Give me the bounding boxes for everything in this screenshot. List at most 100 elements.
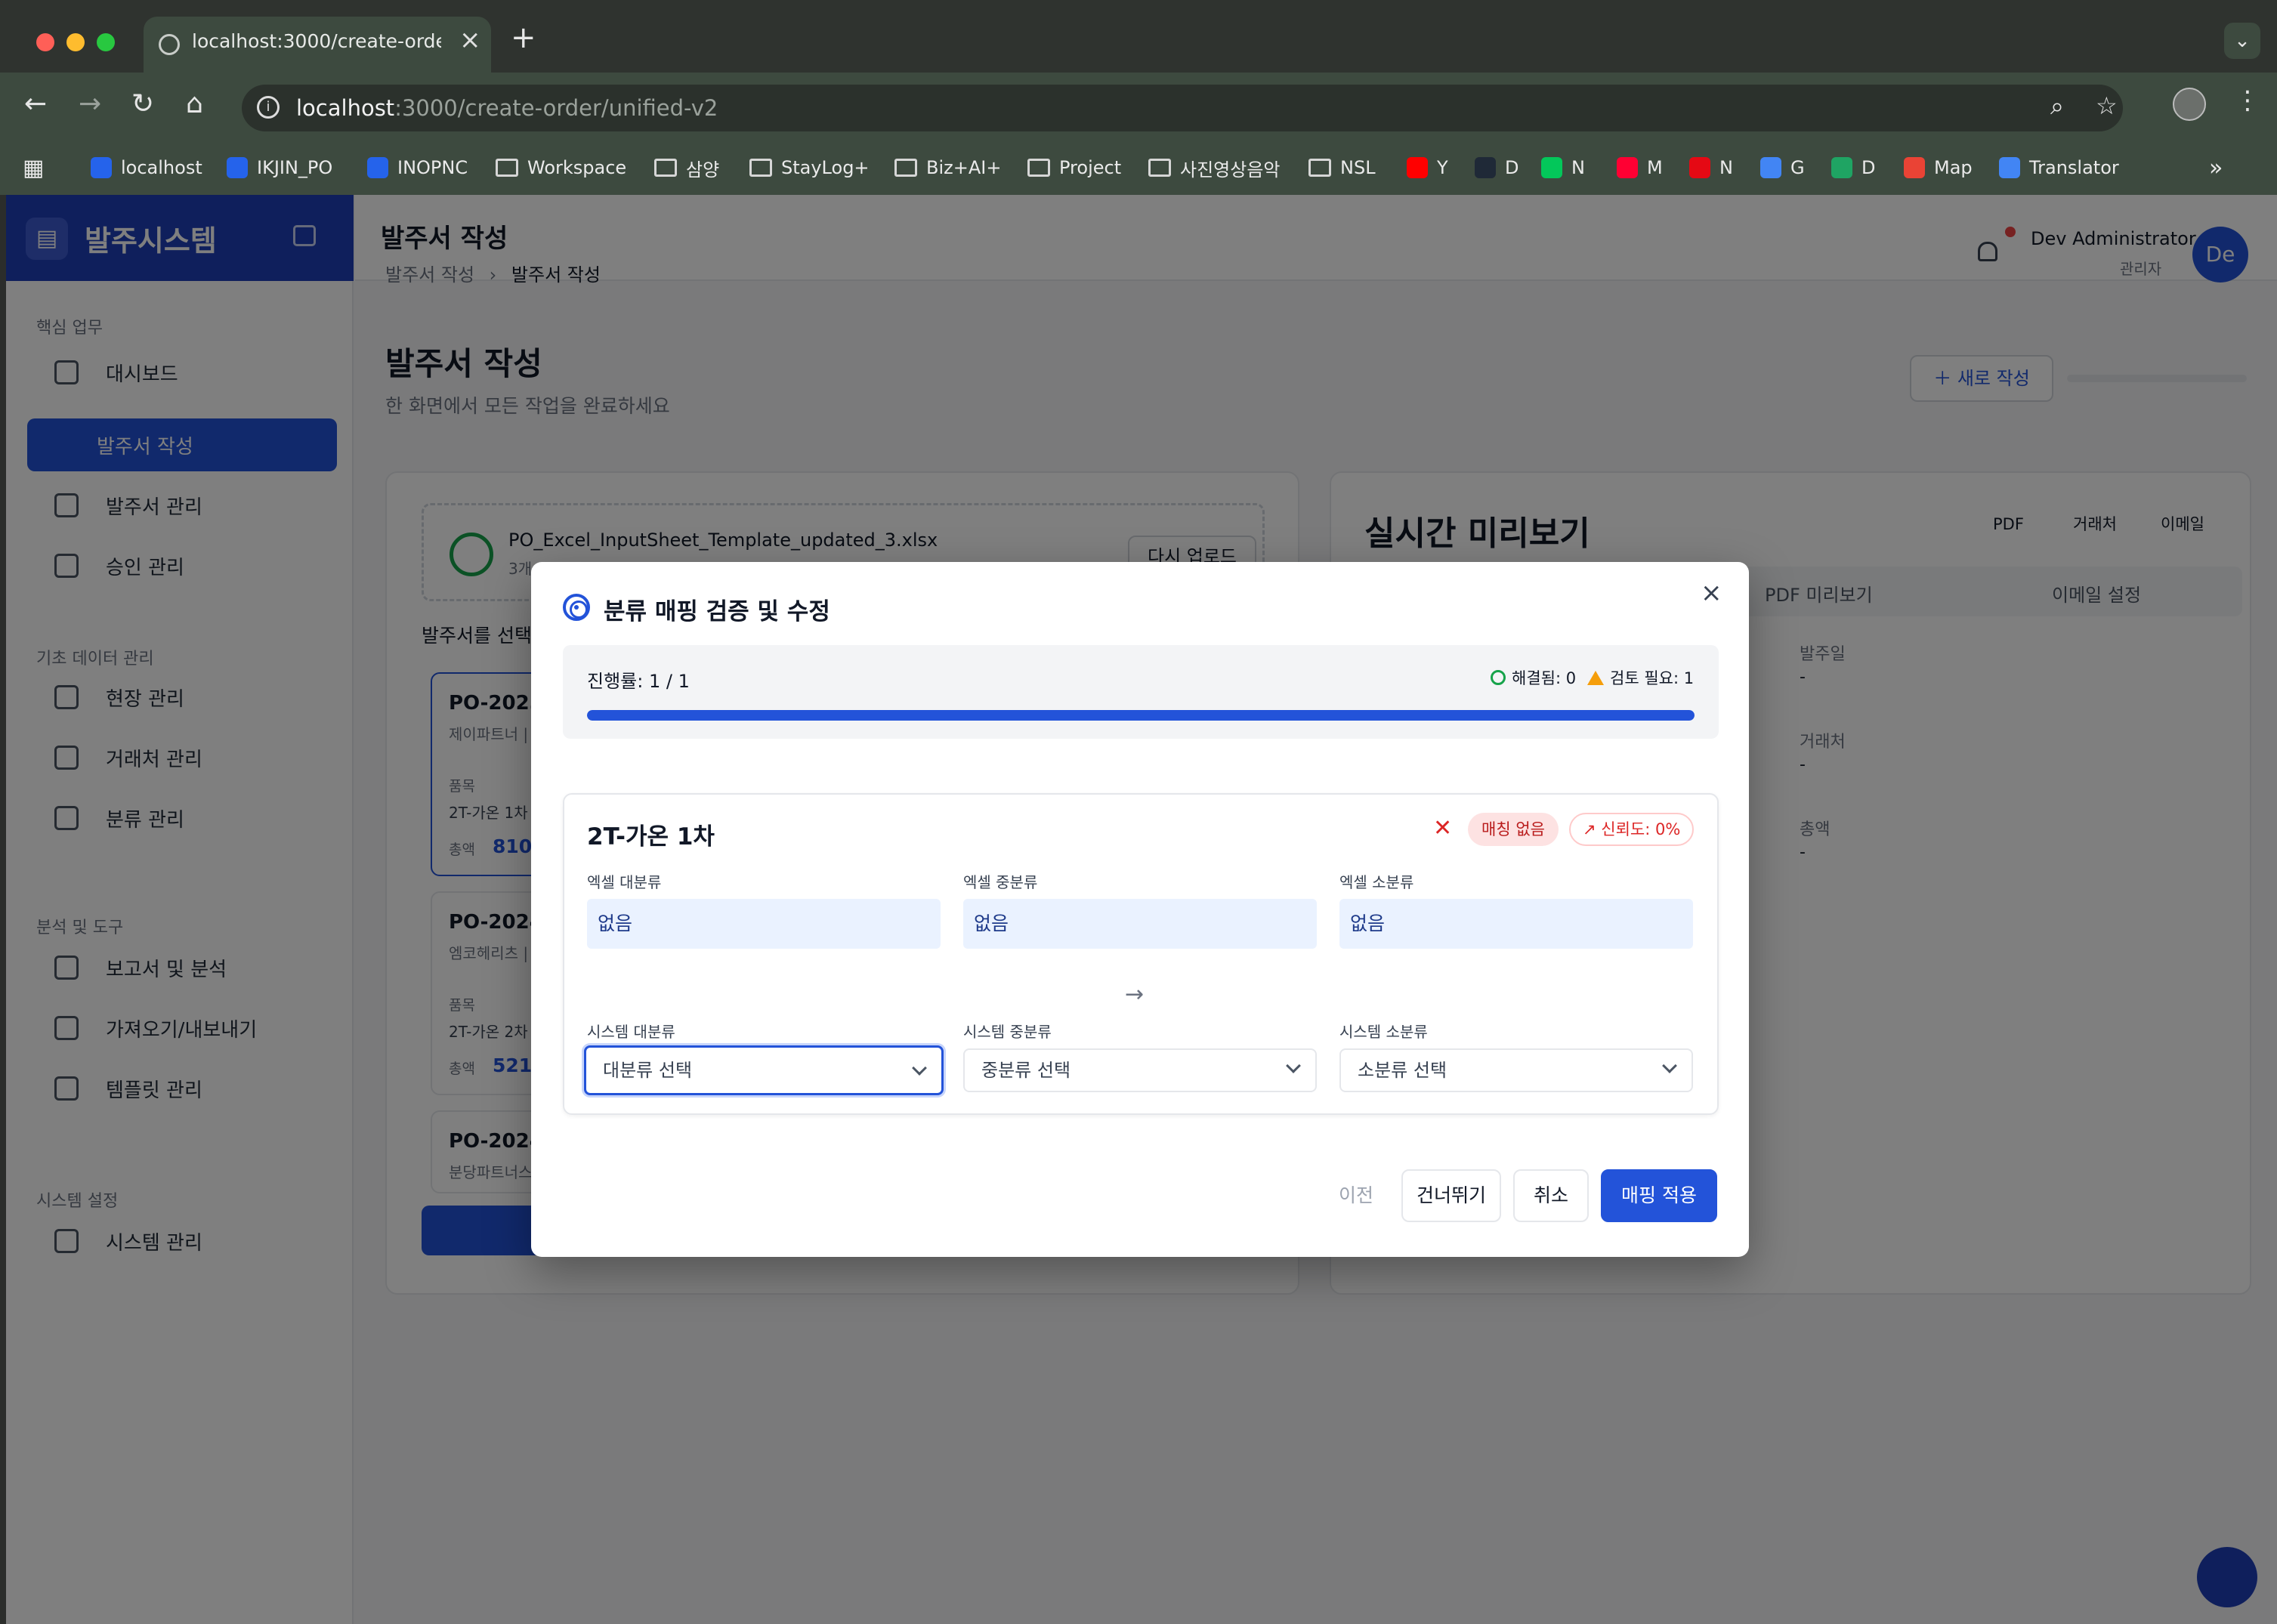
bookmark-label: Workspace — [527, 157, 627, 178]
home-button[interactable]: ⌂ — [186, 91, 203, 118]
browser-tab-active[interactable]: localhost:3000/create-order/u × — [144, 17, 491, 73]
bookmark-label: Biz+AI+ — [926, 157, 1002, 178]
bookmark-item[interactable]: N — [1689, 153, 1733, 183]
bookmark-item[interactable]: D — [1831, 153, 1875, 183]
more-bookmarks-icon[interactable]: » — [2209, 153, 2223, 183]
bookmark-label: Map — [1934, 157, 1973, 178]
browser-menu-icon[interactable]: ⋮ — [2235, 88, 2260, 113]
new-tab-button[interactable]: + — [511, 23, 536, 53]
apply-mapping-button[interactable]: 매핑 적용 — [1601, 1169, 1717, 1222]
browser-tabstrip: localhost:3000/create-order/u × + ⌄ — [0, 0, 2277, 73]
zoom-window-button[interactable] — [97, 33, 115, 51]
bookmark-label: D — [1505, 157, 1519, 178]
bookmark-item[interactable]: N — [1541, 153, 1585, 183]
bookmark-item[interactable]: StayLog+ — [749, 153, 870, 183]
bookmark-item[interactable]: Map — [1904, 153, 1973, 183]
globe-icon — [367, 157, 388, 178]
close-icon[interactable]: × — [1701, 580, 1722, 606]
bookmark-label: N — [1571, 157, 1585, 178]
bookmark-item[interactable]: M — [1617, 153, 1663, 183]
excel-mid-label: 엑셀 중분류 — [963, 873, 1038, 891]
system-mid-select[interactable]: 중분류 선택 — [963, 1048, 1317, 1092]
system-major-select[interactable]: 대분류 선택 — [584, 1045, 944, 1095]
bookmark-label: StayLog+ — [781, 157, 870, 178]
bookmark-label: 사진영상음악 — [1180, 159, 1281, 181]
apps-grid-icon[interactable]: ▦ — [23, 153, 44, 183]
forward-button[interactable]: → — [79, 91, 101, 118]
minimize-window-button[interactable] — [66, 33, 85, 51]
skip-button[interactable]: 건너뛰기 — [1401, 1169, 1501, 1222]
review-text: 검토 필요: 1 — [1610, 669, 1695, 687]
bookmark-item[interactable]: INOPNC — [367, 153, 468, 183]
system-minor-select[interactable]: 소분류 선택 — [1339, 1048, 1693, 1092]
trend-icon: ↗ — [1583, 820, 1596, 838]
excel-mid-value: 없음 — [963, 899, 1317, 949]
reload-button[interactable]: ↻ — [131, 91, 154, 118]
system-minor-label: 시스템 소분류 — [1339, 1023, 1428, 1041]
bookmark-label: NSL — [1340, 157, 1376, 178]
chevron-down-icon — [1286, 1058, 1301, 1073]
browser-toolbar: ← → ↻ ⌂ i localhost:3000/create-order/un… — [0, 73, 2277, 142]
bookmarks-bar: ▦ localhost IKJIN_PO INOPNC Workspace 삼양 Stay… — [0, 142, 2277, 195]
bookmark-item[interactable]: Y — [1407, 153, 1448, 183]
progress-panel: 진행률: 1 / 1 해결됨: 0 검토 필요: 1 — [563, 645, 1719, 739]
excel-major-label: 엑셀 대분류 — [587, 873, 662, 891]
profile-avatar[interactable] — [2173, 88, 2206, 121]
bookmark-item[interactable]: NSL — [1308, 153, 1376, 183]
resolved-count: 해결됨: 0 — [1491, 666, 1576, 689]
site-info-icon[interactable]: i — [257, 96, 280, 119]
folder-icon — [1027, 159, 1050, 177]
system-minor-placeholder: 소분류 선택 — [1358, 1060, 1447, 1081]
chevron-down-icon — [912, 1061, 927, 1076]
globe-icon — [91, 157, 112, 178]
tab-search-button[interactable]: ⌄ — [2224, 23, 2260, 59]
bookmark-label: Translator — [2029, 157, 2119, 178]
bookmark-item[interactable]: IKJIN_PO — [227, 153, 332, 183]
folder-icon — [894, 159, 917, 177]
folder-icon — [749, 159, 772, 177]
bookmark-label: M — [1647, 157, 1663, 178]
bookmark-label: N — [1719, 157, 1733, 178]
bookmark-item[interactable]: Project — [1027, 153, 1121, 183]
bookmark-item[interactable]: localhost — [91, 153, 202, 183]
bookmark-item[interactable]: D — [1475, 153, 1519, 183]
globe-icon — [159, 34, 180, 55]
google-icon — [1760, 157, 1781, 178]
bookmark-label: 삼양 — [686, 159, 720, 181]
system-mid-label: 시스템 중분류 — [963, 1023, 1052, 1041]
bookmark-item[interactable]: Translator — [1999, 153, 2119, 183]
drive-icon — [1831, 157, 1852, 178]
excel-minor-value: 없음 — [1339, 899, 1693, 949]
prev-button[interactable]: 이전 — [1323, 1169, 1389, 1222]
folder-icon — [1308, 159, 1331, 177]
close-window-button[interactable] — [36, 33, 54, 51]
folder-icon — [654, 159, 677, 177]
confidence-text: 신뢰도: 0% — [1601, 820, 1681, 838]
status-badge: 매칭 없음 — [1468, 813, 1559, 846]
zoom-icon[interactable]: ⌕ — [2050, 94, 2064, 118]
translate-icon — [1999, 157, 2020, 178]
youtube-icon — [1407, 157, 1428, 178]
bookmark-item[interactable]: 삼양 — [654, 153, 719, 183]
bookmark-label: D — [1861, 157, 1876, 178]
bookmark-item[interactable]: Workspace — [496, 153, 626, 183]
tab-title: localhost:3000/create-order/u — [192, 30, 441, 52]
folder-icon — [496, 159, 518, 177]
folder-icon — [1148, 159, 1171, 177]
modal-title: 분류 매핑 검증 및 수정 — [604, 598, 830, 625]
bookmark-label: Y — [1437, 157, 1448, 178]
url-text[interactable]: localhost:3000/create-order/unified-v2 — [296, 95, 718, 121]
bookmark-item[interactable]: G — [1760, 153, 1805, 183]
resolved-text: 해결됨: 0 — [1512, 669, 1577, 687]
bookmark-item[interactable]: Biz+AI+ — [894, 153, 1001, 183]
warning-icon — [1587, 670, 1604, 685]
bookmark-item[interactable]: 사진영상음악 — [1148, 153, 1280, 183]
bookmark-star-icon[interactable]: ☆ — [2096, 94, 2118, 118]
tab-close-icon[interactable]: × — [459, 27, 481, 53]
mapping-item-card: 2T-가온 1차 ✕ 매칭 없음 ↗ 신뢰도: 0% 엑셀 대분류 엑셀 중분류… — [563, 793, 1719, 1115]
excel-minor-label: 엑셀 소분류 — [1339, 873, 1414, 891]
address-bar[interactable]: i localhost:3000/create-order/unified-v2… — [242, 85, 2123, 131]
back-button[interactable]: ← — [24, 91, 47, 118]
cancel-button[interactable]: 취소 — [1513, 1169, 1589, 1222]
system-mid-placeholder: 중분류 선택 — [981, 1060, 1071, 1081]
